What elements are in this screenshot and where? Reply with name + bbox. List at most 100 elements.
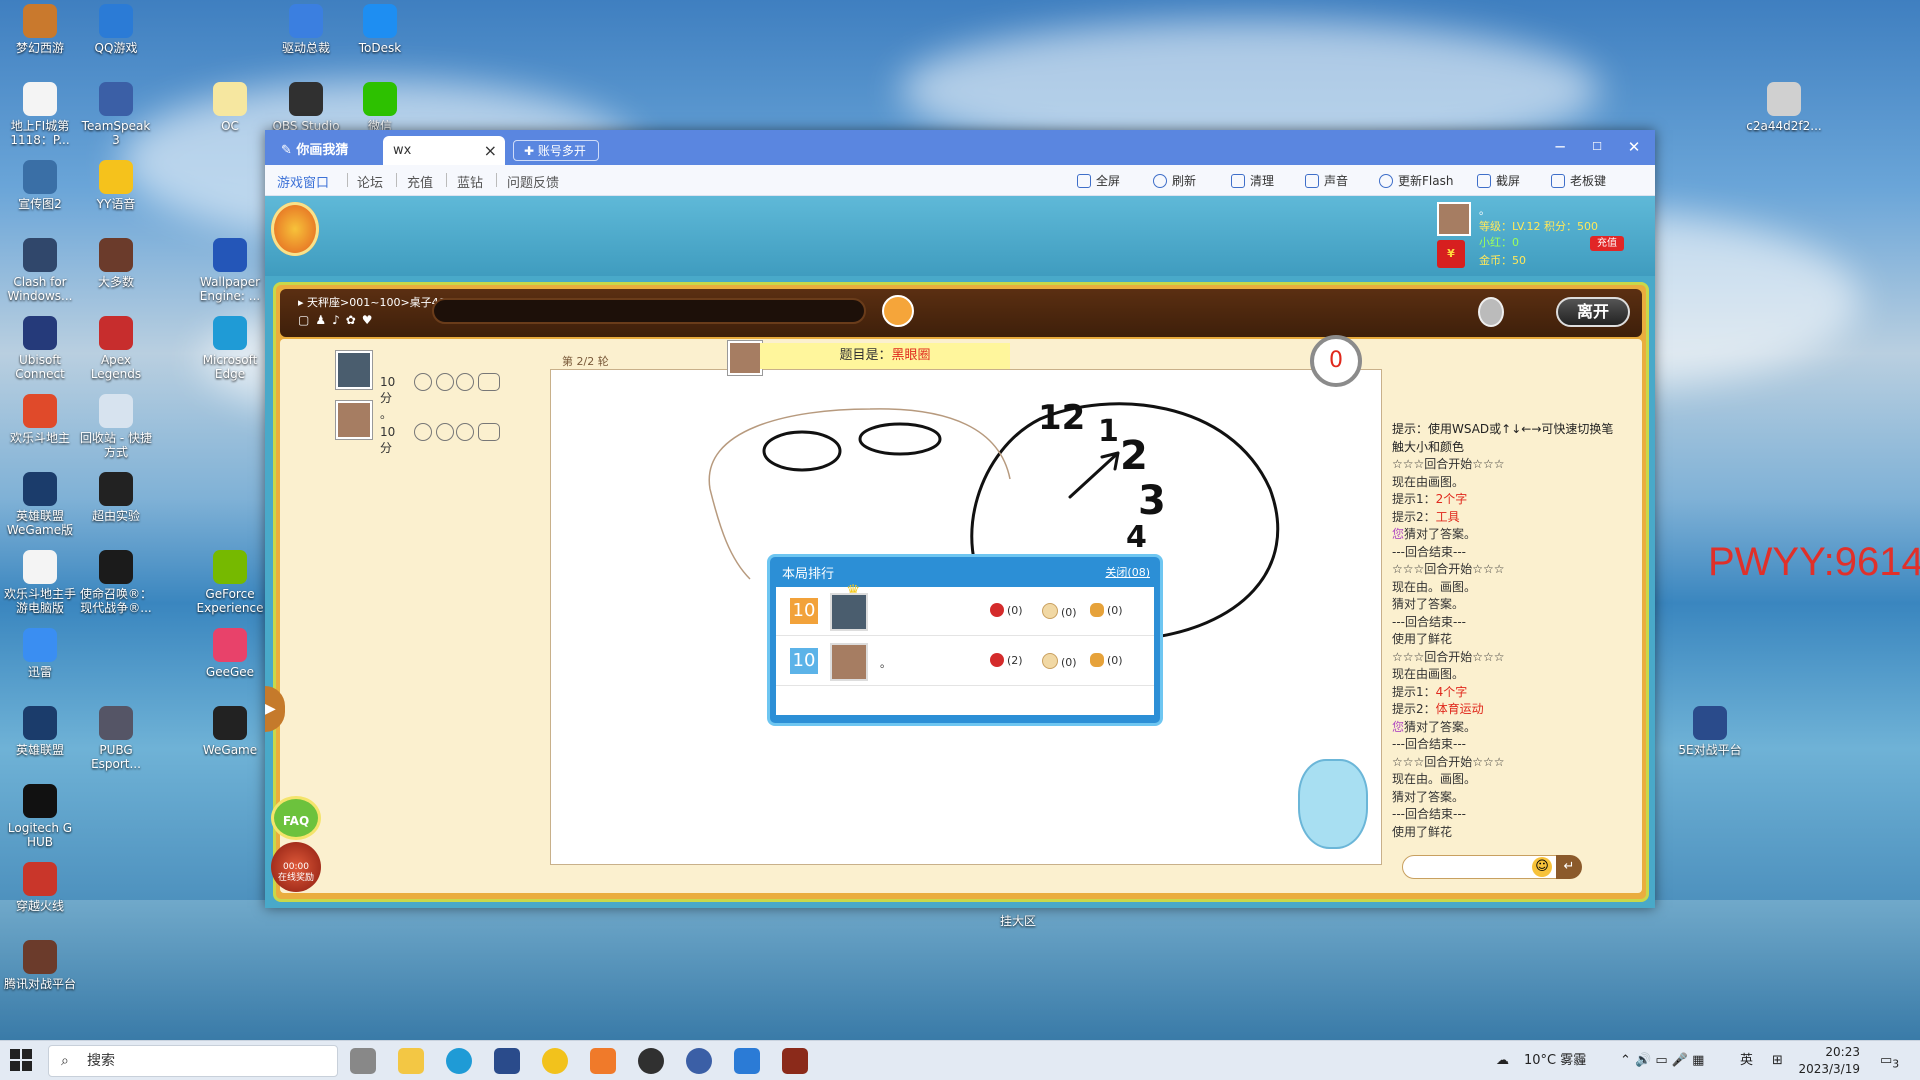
notifications-icon[interactable]: ▭3 (1880, 1041, 1899, 1080)
game-icon[interactable] (590, 1048, 616, 1074)
desktop-icon[interactable]: Wallpaper Engine: ... (190, 238, 270, 303)
desktop-icon[interactable]: Clash for Windows... (0, 238, 80, 303)
ime-indicator[interactable]: 英 (1740, 1041, 1753, 1080)
desktop-icon[interactable]: 使命召唤®：现代战争®... (76, 550, 156, 615)
desktop-icon-label: 使命召唤®：现代战争®... (79, 587, 152, 615)
app-icon[interactable] (542, 1048, 568, 1074)
clock[interactable]: 20:23 2023/3/19 (1780, 1044, 1860, 1078)
leave-button[interactable]: 离开 (1556, 297, 1630, 327)
recharge-button[interactable]: 充值 (1590, 236, 1624, 251)
app-icon[interactable] (782, 1048, 808, 1074)
send-button[interactable]: ↵ (1556, 855, 1582, 879)
desktop-icon[interactable]: OC (190, 82, 270, 133)
cat-icon[interactable] (456, 373, 474, 391)
tool-update-flash[interactable]: 更新Flash (1379, 172, 1453, 189)
menu-forum[interactable]: 论坛 (357, 172, 383, 191)
desktop-icon[interactable]: WeGame (190, 706, 270, 757)
desktop-icon[interactable]: TeamSpeak 3 (76, 82, 156, 147)
desktop-icon[interactable]: 欢乐斗地主 (0, 394, 80, 445)
ranking-close-button[interactable]: 关闭(08) (1105, 564, 1150, 580)
desktop-icon[interactable]: 宣传图2 (0, 160, 80, 211)
emoji-icon[interactable]: ☺ (1532, 857, 1552, 877)
desktop-icon[interactable]: 梦幻西游 (0, 4, 80, 55)
cat-icon[interactable] (456, 423, 474, 441)
tool-clean[interactable]: 清理 (1231, 172, 1274, 189)
tray-icons[interactable]: ⌃ 🔊 ▭ 🎤 ▦ (1620, 1041, 1704, 1080)
windows-start-icon[interactable] (10, 1049, 32, 1071)
gamepad-icon[interactable] (478, 423, 500, 441)
desktop-icon[interactable]: Logitech G HUB (0, 784, 80, 849)
chat-message: ☆☆☆回合开始☆☆☆ (1392, 754, 1505, 769)
slipper-icon (1090, 653, 1104, 667)
chat-message: 现在由。画图。 (1392, 579, 1477, 594)
desktop-icon[interactable]: ToDesk (340, 4, 420, 55)
menu-blue-diamond[interactable]: 蓝钻 (457, 172, 483, 191)
qq-game-icon[interactable] (734, 1048, 760, 1074)
link-icon[interactable] (436, 423, 454, 441)
tab-game[interactable]: ✎ 你画我猜 (271, 136, 381, 165)
desktop-icon[interactable]: 英雄联盟 (0, 706, 80, 757)
menu-feedback[interactable]: 问题反馈 (507, 172, 559, 191)
desktop-icon[interactable]: Apex Legends (76, 316, 156, 381)
desktop-icon[interactable]: 迅雷 (0, 628, 80, 679)
tab-wx[interactable]: wx × (383, 136, 505, 165)
desktop-icon[interactable]: Microsoft Edge (190, 316, 270, 381)
weather-icon[interactable]: ☁ (1496, 1041, 1509, 1080)
currency-icon[interactable]: ¥ (1437, 240, 1465, 268)
lock-icon[interactable] (1478, 297, 1504, 327)
tool-fullscreen[interactable]: 全屏 (1077, 172, 1120, 189)
tool-screenshot[interactable]: 截屏 (1477, 172, 1520, 189)
desktop-icon[interactable]: 微信 (340, 82, 420, 133)
desktop-icon[interactable]: GeForce Experience (190, 550, 270, 615)
minimize-button[interactable]: ─ (1545, 136, 1575, 158)
gamepad-icon[interactable] (478, 373, 500, 391)
tool-sound[interactable]: 声音 (1305, 172, 1348, 189)
desktop-icon[interactable]: 回收站 - 快捷方式 (76, 394, 156, 459)
desktop-icon[interactable]: QQ游戏 (76, 4, 156, 55)
desktop-icon[interactable]: 5E对战平台 (1670, 706, 1750, 757)
task-view-icon[interactable] (350, 1048, 376, 1074)
online-reward-button[interactable]: 00:00 在线奖励 (271, 842, 321, 892)
maximize-button[interactable]: ☐ (1582, 136, 1612, 158)
desktop-icon[interactable]: c2a44d2f2... (1744, 82, 1824, 133)
heart-icon[interactable] (414, 423, 432, 441)
desktop-icon[interactable]: 腾讯对战平台 (0, 940, 80, 991)
chat-log: 提示：使用WSAD或↑↓←→可快速切换笔触大小和颜色 ☆☆☆回合开始☆☆☆ 现在由画… (1392, 421, 1622, 841)
game-area: ¥ 。 等级：LV.12 积分：500 小红：0 金币：50 充值 ▸ 天秤座>… (265, 196, 1655, 908)
desktop-icon[interactable]: 驱动总裁 (266, 4, 346, 55)
desktop-icon[interactable]: 英雄联盟WeGame版 (0, 472, 80, 537)
obs-icon[interactable] (638, 1048, 664, 1074)
desktop-icon[interactable]: 大多数 (76, 238, 156, 289)
edge-icon[interactable] (446, 1048, 472, 1074)
trash-icon (1231, 174, 1245, 188)
heart-icon[interactable] (414, 373, 432, 391)
mascot-logo (271, 202, 319, 256)
faq-button[interactable]: FAQ (271, 796, 321, 840)
tool-refresh[interactable]: 刷新 (1153, 172, 1196, 189)
link-icon[interactable] (436, 373, 454, 391)
desktop-icon[interactable]: YY语音 (76, 160, 156, 211)
close-button[interactable]: ✕ (1619, 136, 1649, 158)
room-tool-icons[interactable]: ▢♟♪✿♥ (298, 313, 379, 327)
weather-text[interactable]: 10°C 雾霾 (1524, 1041, 1586, 1080)
desktop-icon-label: 英雄联盟 (15, 743, 64, 757)
desktop-icon[interactable]: GeeGee (190, 628, 270, 679)
close-tab-icon[interactable]: × (484, 136, 497, 165)
desktop-icon[interactable]: Ubisoft Connect (0, 316, 80, 381)
menu-recharge[interactable]: 充值 (407, 172, 433, 191)
desktop-caption: 挂大区 (1000, 914, 1037, 928)
desktop-icon[interactable]: PUBG Esport... (76, 706, 156, 771)
add-account-button[interactable]: ✚ 账号多开 (513, 140, 599, 161)
desktop-icon[interactable]: OBS Studio (266, 82, 346, 133)
taskbar-search[interactable]: ⌕ 搜索 (48, 1045, 338, 1077)
file-explorer-icon[interactable] (398, 1048, 424, 1074)
avatar[interactable] (1437, 202, 1471, 236)
tool-boss-key[interactable]: 老板键 (1551, 172, 1606, 189)
desktop-icon[interactable]: 欢乐斗地主手游电脑版 (0, 550, 80, 615)
desktop-icon[interactable]: 超由实验 (76, 472, 156, 523)
desktop-icon[interactable]: 穿越火线 (0, 862, 80, 913)
desktop-icon[interactable]: 地上FI城第1118：P... (0, 82, 80, 147)
menu-game-window[interactable]: 游戏窗口 (277, 172, 329, 191)
5e-icon[interactable] (494, 1048, 520, 1074)
teamspeak-icon[interactable] (686, 1048, 712, 1074)
